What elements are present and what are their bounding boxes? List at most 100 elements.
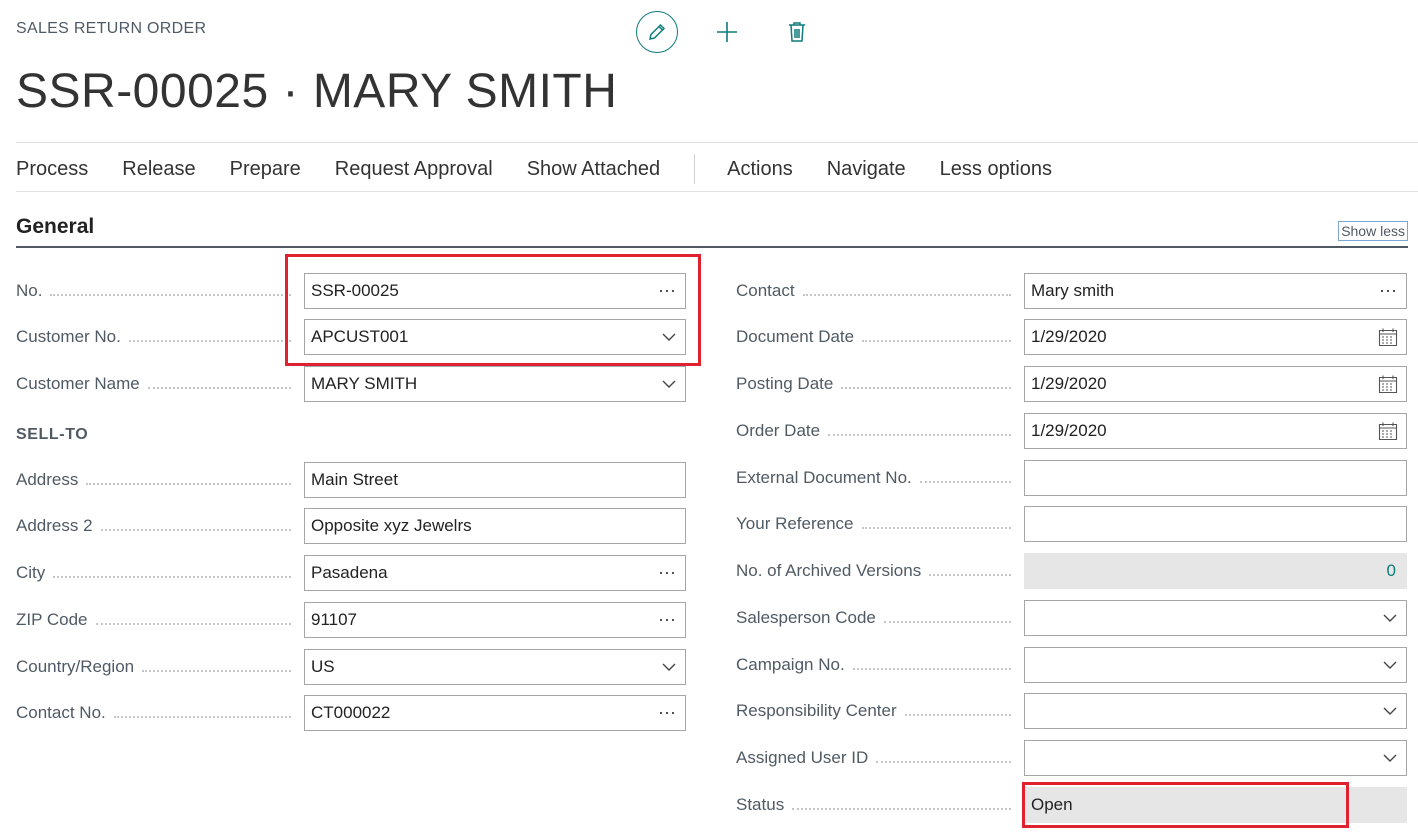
external-document-no-field[interactable] [1024,460,1407,496]
field-label-text: Contact No. [16,703,114,723]
section-title-general: General [16,215,95,238]
field-label-contact: Contact [736,273,1011,309]
trash-icon [789,22,805,42]
leader-dots [147,386,291,389]
address-2-field[interactable]: Opposite xyz Jewelrs [304,508,686,544]
field-label-text: No. of Archived Versions [736,561,930,581]
ellipsis-icon[interactable]: ⋯ [658,703,677,724]
city-value[interactable]: Pasadena [311,563,658,583]
menu-release[interactable]: Release [122,158,195,181]
leader-dots [100,528,291,531]
address-2-value[interactable]: Opposite xyz Jewelrs [311,516,677,536]
country-region-field[interactable]: US [304,649,686,685]
zip-code-field[interactable]: 91107 ⋯ [304,602,686,638]
leader-dots [95,622,291,625]
menu-separator [694,154,696,184]
field-label-text: Your Reference [736,514,862,534]
ellipsis-icon[interactable]: ⋯ [1379,281,1398,302]
field-label-order-date: Order Date [736,413,1011,449]
calendar-icon[interactable] [1378,327,1398,347]
posting-date-field[interactable]: 1/29/2020 [1024,366,1407,402]
calendar-icon[interactable] [1378,374,1398,394]
edit-button[interactable] [636,11,678,53]
new-button[interactable] [713,18,741,46]
chevron-down-icon[interactable] [1382,703,1398,719]
field-label-text: Country/Region [16,657,143,677]
chevron-down-icon[interactable] [1382,610,1398,626]
order-date-field[interactable]: 1/29/2020 [1024,413,1407,449]
menu-navigate[interactable]: Navigate [827,158,906,181]
salesperson-code-field[interactable] [1024,600,1407,636]
field-label-contact-no: Contact No. [16,695,291,731]
customer-name-value[interactable]: MARY SMITH [311,374,661,394]
chevron-down-icon[interactable] [1382,657,1398,673]
sell-to-heading: SELL-TO [16,426,89,443]
leader-dots [862,339,1011,342]
field-label-text: Customer Name [16,374,148,394]
document-date-value[interactable]: 1/29/2020 [1031,327,1378,347]
field-label-text: No. [16,281,51,301]
country-region-value[interactable]: US [311,657,661,677]
leader-dots [861,526,1011,529]
city-field[interactable]: Pasadena ⋯ [304,555,686,591]
leader-dots [828,433,1011,436]
leader-dots [86,482,291,485]
leader-dots [142,669,291,672]
leader-dots [50,293,291,296]
delete-button[interactable] [783,18,811,46]
field-label-text: ZIP Code [16,610,96,630]
field-label-text: Contact [736,281,803,301]
field-label-country-region: Country/Region [16,649,291,685]
leader-dots [852,667,1011,670]
responsibility-center-field[interactable] [1024,693,1407,729]
your-reference-field[interactable] [1024,506,1407,542]
contact-value[interactable]: Mary smith [1031,281,1379,301]
campaign-no-field[interactable] [1024,647,1407,683]
customer-name-field[interactable]: MARY SMITH [304,366,686,402]
menu-show-attached[interactable]: Show Attached [527,158,660,181]
leader-dots [802,293,1011,296]
field-label-no: No. [16,273,291,309]
contact-no-value[interactable]: CT000022 [311,703,658,723]
chevron-down-icon[interactable] [661,376,677,392]
menu-process[interactable]: Process [16,158,88,181]
order-date-value[interactable]: 1/29/2020 [1031,421,1378,441]
menu-actions[interactable]: Actions [727,158,793,181]
assigned-user-id-field[interactable] [1024,740,1407,776]
chevron-down-icon[interactable] [1382,750,1398,766]
chevron-down-icon[interactable] [661,659,677,675]
calendar-icon[interactable] [1378,421,1398,441]
field-label-campaign-no: Campaign No. [736,647,1011,683]
field-label-text: Status [736,795,793,815]
page-caption: SALES RETURN ORDER [16,20,207,37]
zip-code-value[interactable]: 91107 [311,610,658,630]
field-label-zip-code: ZIP Code [16,602,291,638]
posting-date-value[interactable]: 1/29/2020 [1031,374,1378,394]
field-label-customer-no: Customer No. [16,319,291,355]
pencil-icon [649,23,666,40]
field-label-document-date: Document Date [736,319,1011,355]
field-label-text: Customer No. [16,327,129,347]
field-label-your-reference: Your Reference [736,506,1011,542]
address-field[interactable]: Main Street [304,462,686,498]
address-value[interactable]: Main Street [311,470,677,490]
action-bar: Process Release Prepare Request Approval… [16,152,1086,186]
menu-prepare[interactable]: Prepare [230,158,301,181]
field-label-assigned-user-id: Assigned User ID [736,740,1011,776]
show-less-button[interactable]: Show less [1338,221,1408,241]
contact-field[interactable]: Mary smith ⋯ [1024,273,1407,309]
menu-divider [16,191,1418,192]
ellipsis-icon[interactable]: ⋯ [658,563,677,584]
contact-no-field[interactable]: CT000022 ⋯ [304,695,686,731]
leader-dots [113,715,291,718]
leader-dots [883,620,1011,623]
ellipsis-icon[interactable]: ⋯ [658,610,677,631]
field-label-text: City [16,563,54,583]
field-label-text: Campaign No. [736,655,853,675]
field-label-text: Assigned User ID [736,748,877,768]
menu-less-options[interactable]: Less options [940,158,1052,181]
document-date-field[interactable]: 1/29/2020 [1024,319,1407,355]
menu-request-approval[interactable]: Request Approval [335,158,493,181]
no-of-archived-versions-field: 0 [1024,553,1407,589]
leader-dots [904,713,1011,716]
